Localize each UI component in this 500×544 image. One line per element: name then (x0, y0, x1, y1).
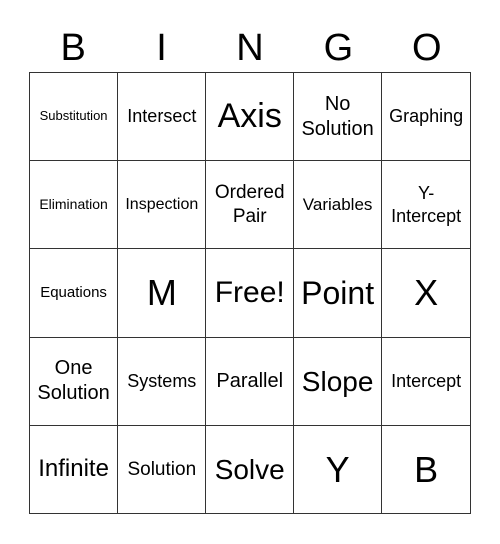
bingo-cell[interactable]: One Solution (28, 336, 119, 426)
bingo-cell[interactable]: Solution (117, 424, 207, 515)
header-letter: N (236, 27, 264, 69)
bingo-cell[interactable]: Parallel (205, 336, 294, 426)
header-letter: B (60, 27, 86, 69)
bingo-row: One Solution Systems Parallel Slope Intercep… (28, 336, 471, 426)
bingo-row: Infinite Solution Solve Y B (28, 424, 471, 515)
bingo-cell[interactable]: M (117, 248, 207, 338)
header-letter: I (156, 27, 167, 69)
bingo-cell[interactable]: Slope (292, 336, 383, 426)
bingo-row: Equations M Free! Point X (28, 248, 471, 338)
bingo-header: B I N G O (29, 26, 471, 70)
bingo-cell[interactable]: Graphing (381, 71, 471, 162)
bingo-row: Elimination Inspection Ordered Pair Variabl… (28, 160, 471, 250)
bingo-cell[interactable]: Infinite (28, 424, 119, 515)
bingo-cell[interactable]: Intersect (117, 71, 207, 162)
bingo-grid: Substitution Intersect Axis No Solution Grap… (28, 71, 471, 515)
bingo-cell[interactable]: Y-Intercept (381, 160, 471, 250)
header-letter: G (323, 27, 354, 69)
bingo-cell[interactable]: Variables (292, 160, 383, 250)
bingo-cell[interactable]: Free! (205, 248, 294, 338)
bingo-cell[interactable]: Systems (117, 336, 207, 426)
bingo-cell[interactable]: Elimination (28, 160, 119, 250)
header-letter: O (411, 27, 442, 69)
bingo-cell[interactable]: Substitution (28, 71, 119, 162)
bingo-cell[interactable]: Inspection (117, 160, 207, 250)
bingo-cell[interactable]: Axis (205, 71, 294, 162)
bingo-cell[interactable]: X (381, 248, 471, 338)
bingo-cell[interactable]: No Solution (292, 71, 383, 162)
bingo-cell[interactable]: Solve (205, 424, 294, 515)
bingo-cell[interactable]: Intercept (381, 336, 471, 426)
bingo-cell[interactable]: Equations (28, 248, 119, 338)
bingo-row: Substitution Intersect Axis No Solution Grap… (28, 71, 471, 162)
bingo-cell[interactable]: Ordered Pair (205, 160, 294, 250)
bingo-cell[interactable]: Point (292, 248, 383, 338)
bingo-cell[interactable]: B (381, 424, 471, 515)
bingo-cell[interactable]: Y (292, 424, 383, 515)
